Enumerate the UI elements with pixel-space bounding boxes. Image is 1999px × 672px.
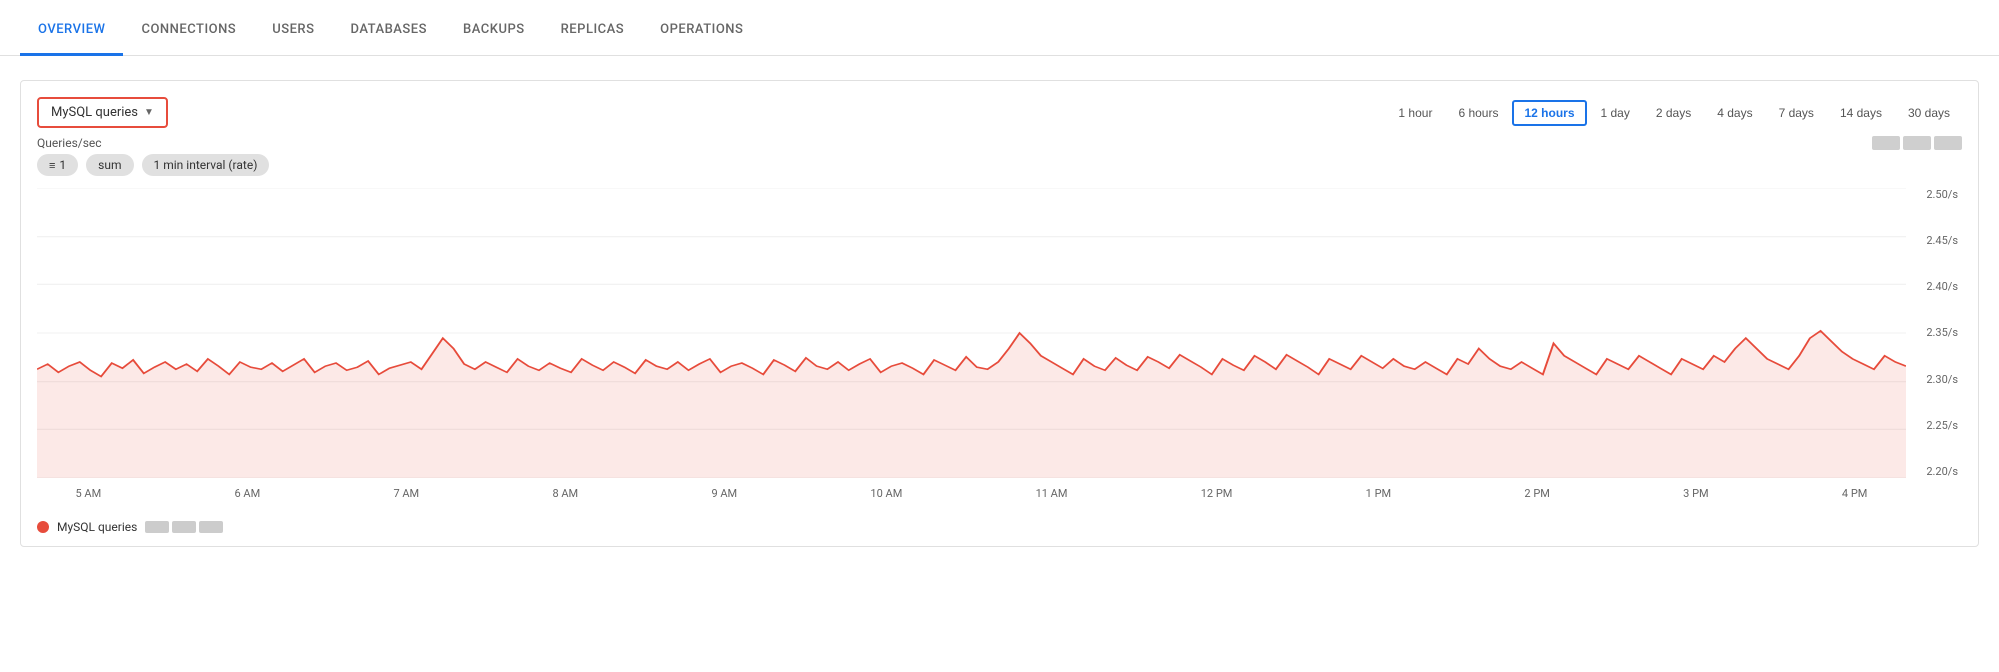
time-btn-12-hours[interactable]: 12 hours xyxy=(1512,100,1586,126)
chevron-down-icon: ▼ xyxy=(144,107,154,118)
y-axis-value: 2.50/s xyxy=(1910,188,1958,201)
x-axis-label: 3 PM xyxy=(1683,487,1708,500)
chart-container: MySQL queries ▼ 1 hour6 hours12 hours1 d… xyxy=(20,80,1979,547)
filter-pill[interactable]: sum xyxy=(86,154,133,176)
dropdown-label: MySQL queries xyxy=(51,105,138,120)
x-axis: 5 AM 6 AM 7 AM 8 AM 9 AM 10 AM 11 AM 12 PM 1 PM 2… xyxy=(37,478,1906,508)
chart-header: MySQL queries ▼ 1 hour6 hours12 hours1 d… xyxy=(37,97,1962,128)
legend-blob-3 xyxy=(1934,136,1962,150)
time-btn-1-hour[interactable]: 1 hour xyxy=(1386,100,1444,126)
chart-svg xyxy=(37,188,1906,478)
chart-legend: MySQL queries xyxy=(37,516,1962,534)
y-axis-value: 2.40/s xyxy=(1910,280,1958,293)
x-axis-label: 6 AM xyxy=(234,487,260,500)
x-axis-label: 5 AM xyxy=(76,487,102,500)
filter-pill[interactable]: 1 min interval (rate) xyxy=(142,154,270,176)
legend-value-blobs xyxy=(145,521,223,533)
tab-connections[interactable]: CONNECTIONS xyxy=(123,6,254,56)
tab-users[interactable]: USERS xyxy=(254,6,332,56)
x-axis-label: 2 PM xyxy=(1524,487,1549,500)
legend-blob-1 xyxy=(1872,136,1900,150)
x-axis-label: 11 AM xyxy=(1036,487,1068,500)
x-axis-label: 8 AM xyxy=(552,487,578,500)
metric-dropdown[interactable]: MySQL queries ▼ xyxy=(37,97,168,128)
chart-meta: Queries/sec xyxy=(37,136,1962,150)
nav-tabs: OVERVIEWCONNECTIONSUSERSDATABASESBACKUPS… xyxy=(0,0,1999,56)
x-axis-label: 4 PM xyxy=(1842,487,1867,500)
time-btn-2-days[interactable]: 2 days xyxy=(1644,100,1703,126)
pill-label: 1 xyxy=(59,158,66,172)
time-btn-6-hours[interactable]: 6 hours xyxy=(1446,100,1510,126)
legend-value-blob-1 xyxy=(145,521,169,533)
tab-databases[interactable]: DATABASES xyxy=(332,6,445,56)
time-btn-1-day[interactable]: 1 day xyxy=(1589,100,1642,126)
y-axis-value: 2.35/s xyxy=(1910,326,1958,339)
tab-operations[interactable]: OPERATIONS xyxy=(642,6,761,56)
chart-inner xyxy=(37,188,1906,478)
filter-pills: ≡1sum1 min interval (rate) xyxy=(37,154,1962,176)
legend-value-blob-3 xyxy=(199,521,223,533)
y-axis-label: Queries/sec xyxy=(37,136,102,150)
x-axis-label: 10 AM xyxy=(870,487,902,500)
time-btn-4-days[interactable]: 4 days xyxy=(1705,100,1764,126)
tab-replicas[interactable]: REPLICAS xyxy=(543,6,643,56)
filter-pill[interactable]: ≡1 xyxy=(37,154,78,176)
legend-label: MySQL queries xyxy=(57,520,137,534)
y-axis-value: 2.25/s xyxy=(1910,419,1958,432)
y-axis-value: 2.45/s xyxy=(1910,234,1958,247)
main-content: MySQL queries ▼ 1 hour6 hours12 hours1 d… xyxy=(0,56,1999,571)
x-axis-label: 7 AM xyxy=(393,487,419,500)
time-range-buttons: 1 hour6 hours12 hours1 day2 days4 days7 … xyxy=(1386,100,1962,126)
tab-backups[interactable]: BACKUPS xyxy=(445,6,543,56)
x-axis-label: 1 PM xyxy=(1366,487,1391,500)
y-axis-value: 2.30/s xyxy=(1910,373,1958,386)
legend-blob-2 xyxy=(1903,136,1931,150)
pill-label: sum xyxy=(98,158,121,172)
time-btn-30-days[interactable]: 30 days xyxy=(1896,100,1962,126)
tab-overview[interactable]: OVERVIEW xyxy=(20,6,123,56)
pill-label: 1 min interval (rate) xyxy=(154,158,258,172)
time-btn-14-days[interactable]: 14 days xyxy=(1828,100,1894,126)
legend-value-blob-2 xyxy=(172,521,196,533)
chart-area: 2.50/s 2.45/s 2.40/s 2.35/s 2.30/s 2.25/s 2.20… xyxy=(37,188,1962,508)
filter-icon: ≡ xyxy=(49,159,55,172)
time-btn-7-days[interactable]: 7 days xyxy=(1767,100,1826,126)
y-axis-labels: 2.50/s 2.45/s 2.40/s 2.35/s 2.30/s 2.25/s 2.20… xyxy=(1910,188,1962,478)
x-axis-label: 9 AM xyxy=(711,487,737,500)
x-axis-label: 12 PM xyxy=(1201,487,1233,500)
legend-blobs xyxy=(1872,136,1962,150)
legend-dot xyxy=(37,521,49,533)
y-axis-value: 2.20/s xyxy=(1910,465,1958,478)
